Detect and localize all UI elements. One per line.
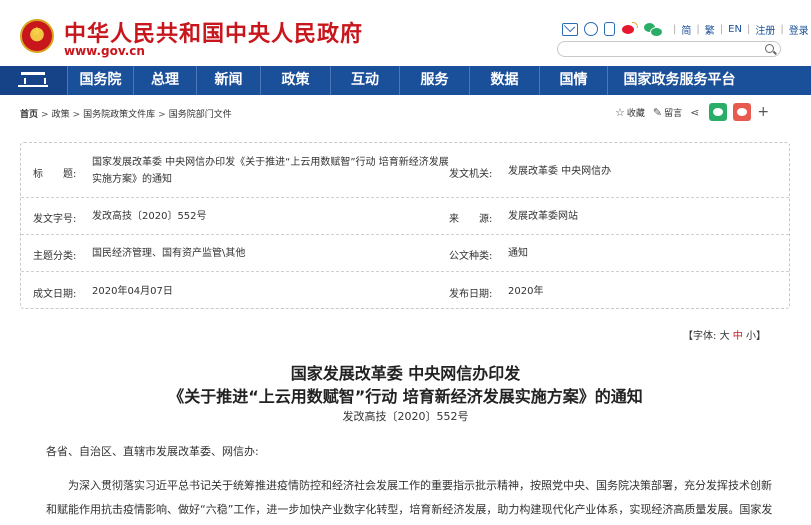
mail-icon[interactable] (562, 22, 578, 36)
lang-traditional-link[interactable]: 繁 (705, 22, 715, 37)
nav-item-interaction[interactable]: 互动 (330, 66, 399, 95)
info-row: 成文日期: 2020年04月07日 发布日期: 2020年 (21, 272, 789, 309)
nav-item-premier[interactable]: 总理 (133, 66, 196, 95)
published-date-value: 2020年 (508, 286, 544, 297)
title-label: 标 题: (33, 169, 77, 180)
divider: | (719, 23, 724, 35)
issuer-value: 发展改革委 中央网信办 (508, 166, 612, 177)
divider: | (746, 23, 751, 35)
breadcrumb-item[interactable]: 国务院政策文件库 (83, 110, 155, 120)
breadcrumb-item[interactable]: 国务院部门文件 (169, 110, 232, 120)
nav-item-state-council[interactable]: 国务院 (67, 66, 133, 95)
nav-item-policy[interactable]: 政策 (260, 66, 330, 95)
lang-en-link[interactable]: EN (728, 24, 742, 35)
topic-value: 国民经济管理、国有资产监管\其他 (92, 248, 246, 259)
star-icon: ☆ (615, 105, 625, 119)
doc-no-label: 发文字号: (33, 214, 77, 225)
register-link[interactable]: 注册 (755, 22, 775, 37)
share-icon[interactable]: ⋖ (690, 106, 701, 119)
national-emblem-icon[interactable] (20, 19, 54, 53)
title-value: 国家发展改革委 中央网信办印发《关于推进“上云用数赋智”行动 培育新经济发展实施… (92, 157, 449, 185)
doc-type-label: 公文种类: (449, 251, 493, 262)
topic-label: 主题分类: (33, 251, 77, 262)
search-icon[interactable] (765, 44, 774, 53)
doc-type-value: 通知 (508, 248, 528, 259)
nav-item-gov-service-platform[interactable]: 国家政务服务平台 (607, 66, 751, 95)
app-icon[interactable] (584, 22, 598, 36)
font-size-small[interactable]: 小 (746, 331, 756, 342)
weibo-icon[interactable] (621, 22, 638, 36)
comment-button[interactable]: ✎ 留言 (653, 106, 682, 119)
search-input[interactable] (557, 41, 781, 57)
nav-items: 国务院 总理 新闻 政策 互动 服务 数据 国情 国家政务服务平台 (67, 66, 751, 95)
mobile-icon[interactable] (604, 22, 615, 36)
utility-bar: | 简 | 繁 | EN | 注册 | 登录 (562, 21, 809, 37)
nav-item-services[interactable]: 服务 (399, 66, 469, 95)
article-toolbar: ☆ 收藏 ✎ 留言 ⋖ + (615, 103, 769, 121)
breadcrumb: 首页 > 政策 > 国务院政策文件库 > 国务院部门文件 (20, 110, 232, 120)
nav-item-data[interactable]: 数据 (469, 66, 539, 95)
login-link[interactable]: 登录 (789, 22, 809, 37)
source-value: 发展改革委网站 (508, 211, 578, 222)
doc-no-value: 发改高技〔2020〕552号 (92, 211, 207, 222)
nav-item-national-conditions[interactable]: 国情 (539, 66, 607, 95)
breadcrumb-home[interactable]: 首页 (20, 110, 38, 120)
breadcrumb-item[interactable]: 政策 (52, 110, 70, 120)
font-size-control: 【字体: 大 中 小】 (683, 331, 766, 342)
share-wechat-icon[interactable] (709, 103, 728, 121)
article-doc-code: 发改高技〔2020〕552号 (342, 410, 469, 423)
article-paragraph: 为深入贯彻落实习近平总书记关于统筹推进疫情防控和经济社会发展工作的重要指示批示精… (46, 479, 773, 516)
article-title: 《关于推进“上云用数赋智”行动 培育新经济发展实施方案》的通知 (168, 387, 643, 406)
share-weibo-icon[interactable] (733, 103, 752, 121)
document-info-table: 标 题: 国家发展改革委 中央网信办印发《关于推进“上云用数赋智”行动 培育新经… (20, 142, 790, 309)
divider: | (673, 23, 677, 35)
written-date-value: 2020年04月07日 (92, 286, 173, 297)
issuer-label: 发文机关: (449, 169, 493, 180)
written-date-label: 成文日期: (33, 289, 77, 300)
favorite-button[interactable]: ☆ 收藏 (615, 106, 645, 119)
divider: | (780, 23, 784, 35)
home-building-icon[interactable] (0, 66, 67, 95)
article-title: 国家发展改革委 中央网信办印发 (290, 364, 521, 383)
published-date-label: 发布日期: (449, 289, 493, 300)
more-share-icon[interactable]: + (757, 104, 769, 120)
divider: | (696, 23, 700, 35)
nav-item-news[interactable]: 新闻 (196, 66, 260, 95)
article-addressee: 各省、自治区、直辖市发展改革委、网信办: (46, 445, 259, 458)
font-size-medium[interactable]: 中 (733, 331, 743, 342)
info-row: 标 题: 国家发展改革委 中央网信办印发《关于推进“上云用数赋智”行动 培育新经… (21, 143, 789, 198)
main-nav: 国务院 总理 新闻 政策 互动 服务 数据 国情 国家政务服务平台 (0, 66, 811, 95)
pen-icon: ✎ (652, 105, 663, 119)
lang-simplified-link[interactable]: 简 (681, 22, 691, 37)
site-header: 中华人民共和国中央人民政府 www.gov.cn | 简 | 繁 | EN | … (0, 0, 811, 66)
site-url[interactable]: www.gov.cn (64, 44, 145, 58)
font-size-large[interactable]: 大 (720, 331, 730, 342)
source-label: 来 源: (449, 214, 493, 225)
wechat-icon[interactable] (644, 22, 663, 37)
info-row: 发文字号: 发改高技〔2020〕552号 来 源: 发展改革委网站 (21, 198, 789, 235)
info-row: 主题分类: 国民经济管理、国有资产监管\其他 公文种类: 通知 (21, 235, 789, 272)
